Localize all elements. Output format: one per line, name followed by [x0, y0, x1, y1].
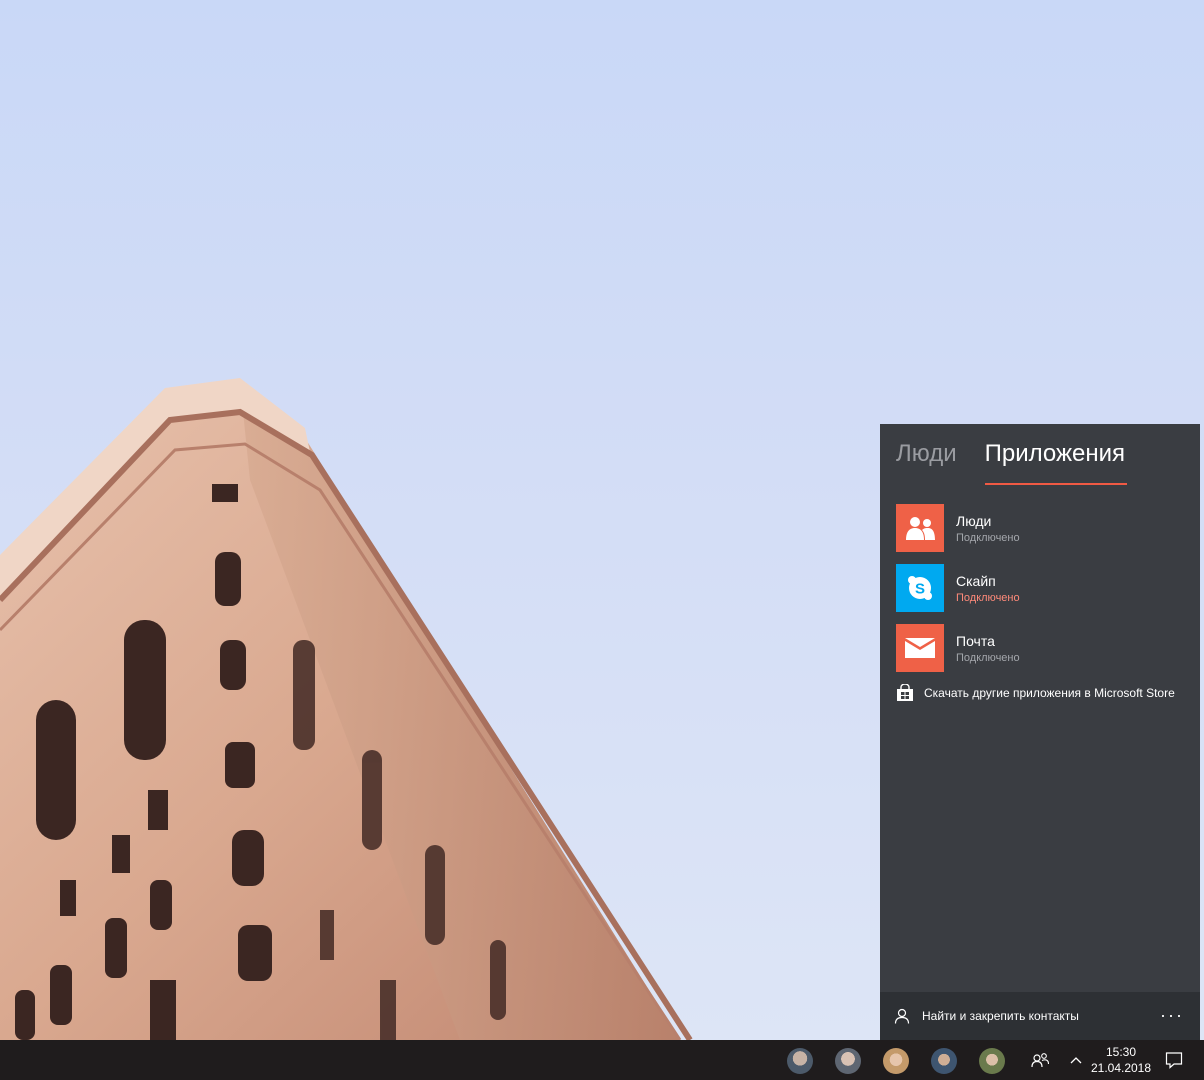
store-icon [896, 684, 914, 702]
person-icon [894, 1008, 910, 1024]
skype-icon: S [896, 564, 944, 612]
clock-date: 21.04.2018 [1090, 1061, 1152, 1075]
flyout-footer: Найти и закрепить контакты ··· [880, 992, 1200, 1040]
app-item-mail[interactable]: Почта Подключено [896, 618, 1186, 678]
people-flyout: Люди Приложения Люди Подключено S Скайп … [880, 424, 1200, 1040]
tab-apps[interactable]: Приложения [984, 440, 1128, 485]
app-name: Почта [956, 632, 995, 649]
people-app-icon [896, 504, 944, 552]
people-icon[interactable] [1029, 1050, 1051, 1070]
contact-avatar-2[interactable] [835, 1048, 861, 1074]
taskbar: 15:30 21.04.2018 [0, 1040, 1204, 1080]
app-status: Подключено [956, 531, 1020, 544]
store-link[interactable]: Скачать другие приложения в Microsoft St… [896, 684, 1175, 702]
action-center-icon[interactable] [1164, 1050, 1184, 1070]
contact-avatar-4[interactable] [931, 1048, 957, 1074]
find-contacts-button[interactable]: Найти и закрепить контакты [894, 1008, 1079, 1024]
app-name: Люди [956, 512, 992, 529]
app-name: Скайп [956, 572, 996, 589]
app-item-people[interactable]: Люди Подключено [896, 498, 1186, 558]
store-link-label: Скачать другие приложения в Microsoft St… [924, 686, 1175, 700]
more-options-button[interactable]: ··· [1160, 1006, 1184, 1024]
app-list: Люди Подключено S Скайп Подключено Почта… [896, 498, 1186, 678]
contact-avatar-5[interactable] [979, 1048, 1005, 1074]
flyout-tabs: Люди Приложения [896, 440, 1153, 485]
app-item-skype[interactable]: S Скайп Подключено [896, 558, 1186, 618]
contact-avatar-3[interactable] [883, 1048, 909, 1074]
clock[interactable]: 15:30 21.04.2018 [1088, 1044, 1154, 1076]
app-status: Подключено [956, 591, 1020, 604]
clock-time: 15:30 [1105, 1045, 1137, 1059]
mail-icon [896, 624, 944, 672]
svg-text:S: S [915, 581, 925, 598]
tab-people[interactable]: Люди [896, 440, 957, 480]
chevron-up-icon[interactable] [1067, 1052, 1085, 1068]
app-status: Подключено [956, 651, 1020, 664]
contact-avatar-1[interactable] [787, 1048, 813, 1074]
find-contacts-label: Найти и закрепить контакты [922, 1009, 1079, 1023]
